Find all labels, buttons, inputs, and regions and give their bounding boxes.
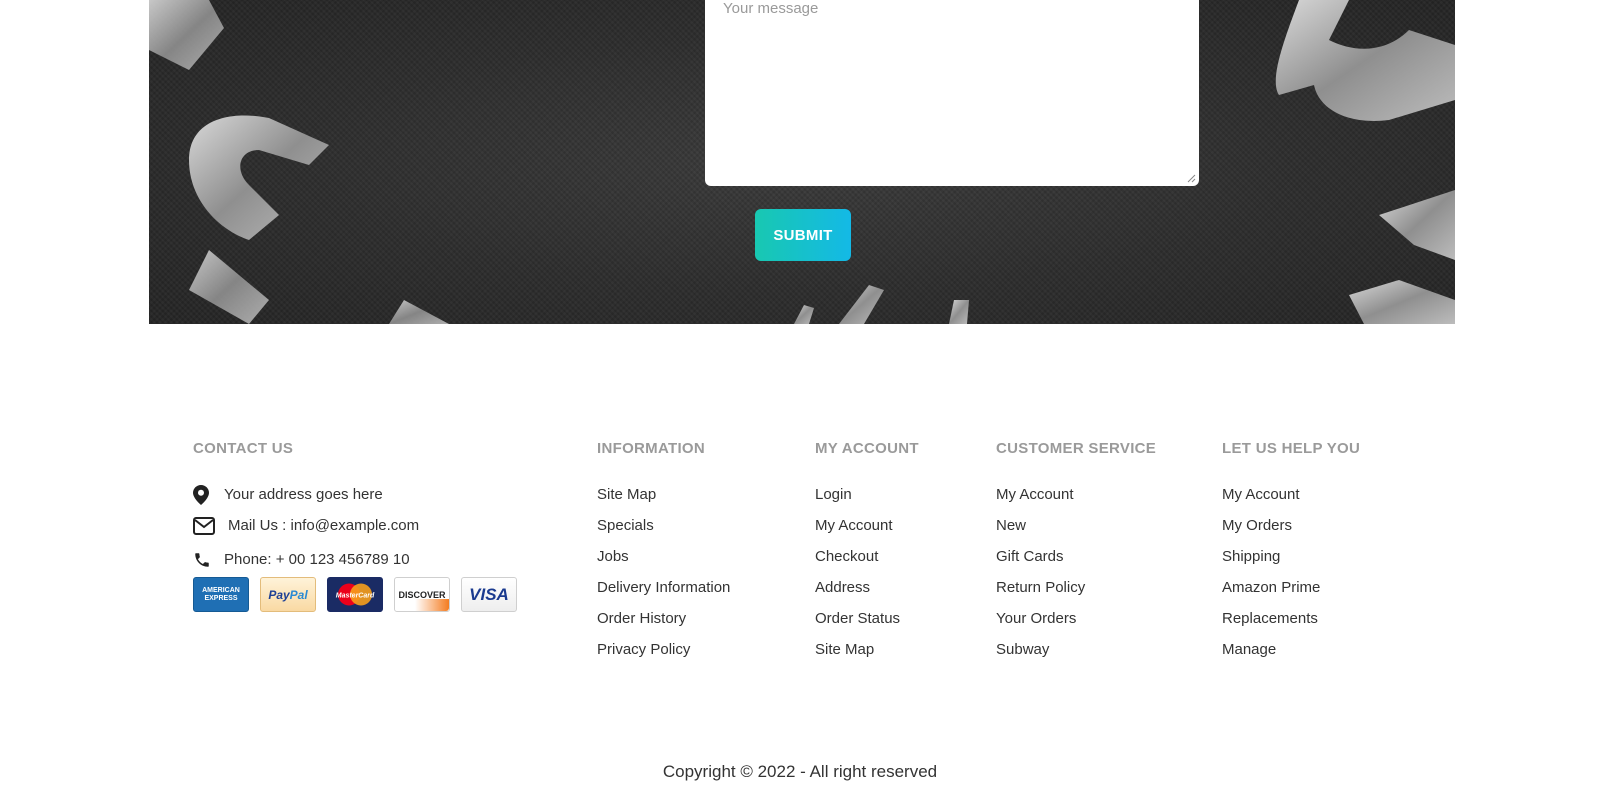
footer-link[interactable]: Gift Cards: [996, 541, 1156, 572]
contact-hero-background: [149, 0, 1455, 324]
footer-link[interactable]: My Account: [1222, 479, 1360, 510]
footer-link[interactable]: Amazon Prime: [1222, 572, 1360, 603]
footer-help-column: LET US HELP YOU My Account My Orders Shi…: [1222, 440, 1360, 665]
contact-address: Your address goes here: [224, 486, 383, 503]
submit-button[interactable]: SUBMIT: [755, 209, 851, 261]
footer-link[interactable]: Order Status: [815, 603, 919, 634]
footer-link[interactable]: Address: [815, 572, 919, 603]
footer-link[interactable]: Login: [815, 479, 919, 510]
message-field-wrapper: [705, 0, 1199, 186]
visa-card-icon: VISA: [461, 577, 517, 612]
footer-heading-help: LET US HELP YOU: [1222, 440, 1361, 457]
footer-link[interactable]: My Account: [815, 510, 919, 541]
footer-link[interactable]: Your Orders: [996, 603, 1156, 634]
footer-link[interactable]: Shipping: [1222, 541, 1360, 572]
contact-phone-row: Phone: + 00 123 456789 10: [193, 544, 517, 575]
footer-contact-column: CONTACT US Your address goes here Mail U…: [193, 440, 517, 612]
footer-link[interactable]: New: [996, 510, 1156, 541]
contact-phone: Phone: + 00 123 456789 10: [224, 551, 410, 568]
footer-my-account-column: MY ACCOUNT Login My Account Checkout Add…: [815, 440, 919, 665]
phone-icon: [193, 549, 215, 571]
footer-link[interactable]: Order History: [597, 603, 730, 634]
footer-link[interactable]: Subway: [996, 634, 1156, 665]
svg-text:MasterCard: MasterCard: [336, 593, 375, 600]
message-textarea[interactable]: [723, 0, 1181, 176]
footer-link[interactable]: Replacements: [1222, 603, 1360, 634]
american-express-card-icon: AMERICAN EXPRESS: [193, 577, 249, 612]
mail-envelope-icon: [193, 515, 219, 537]
footer-information-column: INFORMATION Site Map Specials Jobs Deliv…: [597, 440, 730, 665]
footer-heading-my-account: MY ACCOUNT: [815, 440, 919, 457]
footer-link[interactable]: Jobs: [597, 541, 730, 572]
footer-heading-information: INFORMATION: [597, 440, 706, 457]
footer-link[interactable]: My Orders: [1222, 510, 1360, 541]
contact-mail-row: Mail Us : info@example.com: [193, 510, 517, 541]
mastercard-card-icon: MasterCard: [327, 577, 383, 612]
discover-card-icon: DISCOVER: [394, 577, 450, 612]
footer-link[interactable]: Site Map: [597, 479, 730, 510]
footer-link[interactable]: Specials: [597, 510, 730, 541]
payment-cards: AMERICAN EXPRESS Pay Pal MasterCard DISCO…: [193, 577, 517, 612]
copyright-text: Copyright © 2022 - All right reserved: [662, 762, 938, 781]
footer-customer-service-column: CUSTOMER SERVICE My Account New Gift Car…: [996, 440, 1156, 665]
contact-mail[interactable]: Mail Us : info@example.com: [228, 517, 419, 534]
footer-link[interactable]: Checkout: [815, 541, 919, 572]
footer-link[interactable]: My Account: [996, 479, 1156, 510]
footer-link[interactable]: Site Map: [815, 634, 919, 665]
location-pin-icon: [193, 484, 215, 506]
footer-link[interactable]: Return Policy: [996, 572, 1156, 603]
paypal-card-icon: Pay Pal: [260, 577, 316, 612]
contact-address-row: Your address goes here: [193, 479, 517, 510]
resize-grip-icon[interactable]: [1186, 173, 1196, 183]
footer-link[interactable]: Manage: [1222, 634, 1360, 665]
footer-link[interactable]: Delivery Information: [597, 572, 730, 603]
footer-heading-customer-service: CUSTOMER SERVICE: [996, 440, 1157, 457]
footer-link[interactable]: Privacy Policy: [597, 634, 730, 665]
footer-heading-contact: CONTACT US: [193, 440, 294, 457]
